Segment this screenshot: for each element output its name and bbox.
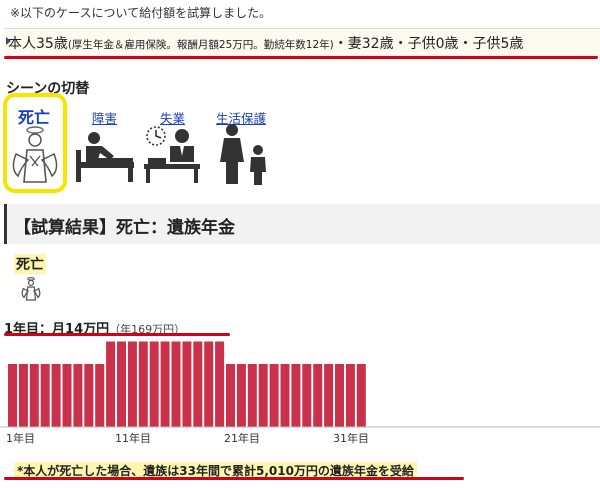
bar-year-8 [84,364,94,427]
x-tick-label: 1年目 [6,431,35,445]
unemployed-icon[interactable] [142,122,202,184]
bar-year-9 [95,364,105,427]
bar-year-7 [73,364,83,427]
bar-year-4 [40,364,50,427]
bar-year-26 [280,364,290,427]
profile-person: 本人35歳 [8,36,68,52]
bar-year-11 [117,341,126,427]
profile-summary[interactable]: 本人35歳(厚生年金＆雇用保険。報酬月額25万円。勤続年数12年)・妻32歳・子… [8,33,523,53]
bar-year-33 [356,364,366,427]
x-tick-label: 21年目 [224,431,260,445]
bar-year-28 [302,364,312,427]
bar-year-10 [106,341,116,427]
angel-icon[interactable] [8,124,62,186]
result-title: 【試算結果】死亡：遺族年金 [14,218,235,238]
x-tick-label: 31年目 [333,431,369,445]
bar-year-29 [313,364,323,427]
bar-year-15 [160,341,170,427]
bar-year-31 [335,364,344,427]
bar-year-32 [345,364,355,427]
profile-detail: (厚生年金＆雇用保険。報酬月額25万円。勤続年数12年) [67,39,334,51]
bar-year-22 [236,364,246,427]
summary-underline [4,477,464,480]
bar-year-23 [247,364,257,427]
bar-year-6 [62,364,72,427]
bar-year-18 [193,341,203,427]
family-icon[interactable] [214,122,274,186]
bar-year-1 [8,364,17,427]
bar-year-24 [258,364,268,427]
note-text: ※以下のケースについて給付額を試算しました。 [10,6,272,20]
bar-year-2 [18,364,28,427]
bar-year-13 [138,341,148,427]
bar-year-21 [226,364,235,427]
bar-year-17 [182,341,192,427]
x-tick-label: 11年目 [115,431,151,445]
profile-underline [4,56,598,59]
bar-year-20 [215,341,225,427]
bar-year-27 [291,364,301,427]
bar-year-14 [149,341,159,427]
bar-year-19 [204,341,214,427]
bar-year-25 [269,364,279,427]
bar-year-30 [324,364,334,427]
profile-family: ・妻32歳・子供0歳・子供5歳 [333,36,524,52]
bar-year-12 [127,341,137,427]
angel-small-icon [21,276,41,301]
bar-year-5 [51,364,61,427]
bar-year-16 [171,341,181,427]
bar-year-3 [29,364,39,427]
result-scene-label: 死亡 [14,254,46,274]
bedridden-icon[interactable] [74,122,136,184]
pension-bar-chart: 1年目 11年目 21年目 31年目 [0,341,600,445]
